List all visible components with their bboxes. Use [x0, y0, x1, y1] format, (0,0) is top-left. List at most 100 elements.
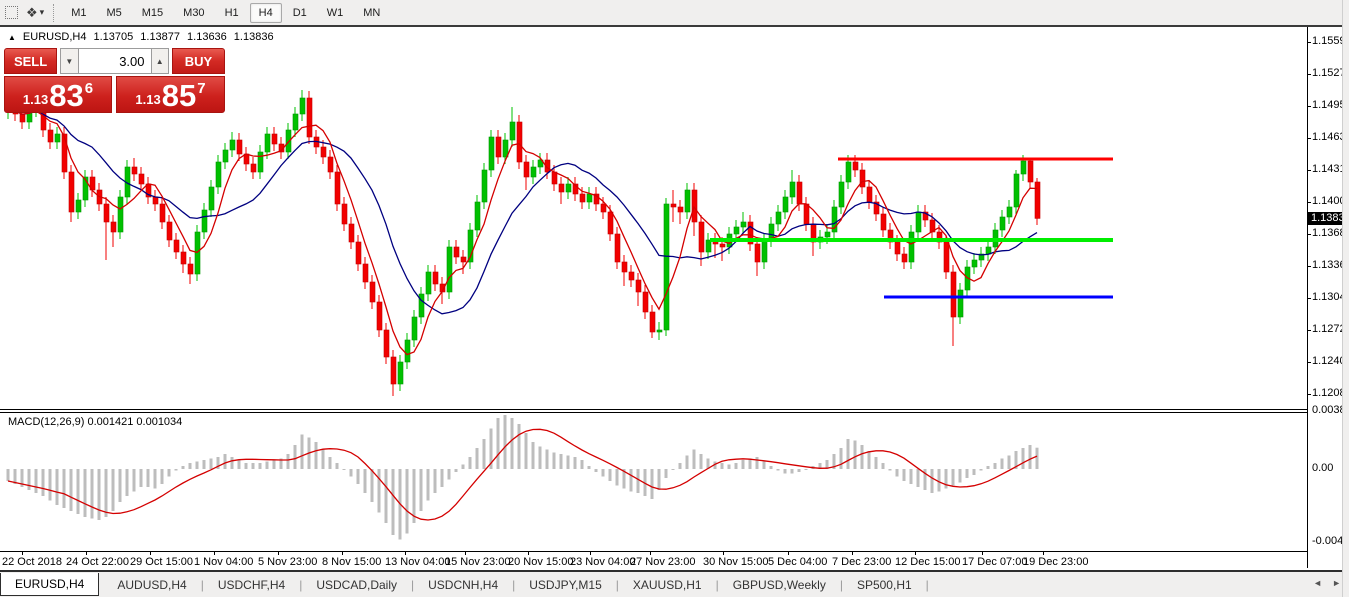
candle: [852, 161, 859, 171]
chart-tab-usdchf[interactable]: USDCHF,H4: [206, 575, 297, 595]
time-axis-label: 8 Nov 15:00: [322, 556, 382, 568]
candle: [166, 221, 173, 241]
ohlc-low: 1.13636: [187, 31, 227, 43]
chart-area[interactable]: ▲ EURUSD,H4 1.13705 1.13877 1.13636 1.13…: [0, 27, 1349, 570]
timeframe-button-H1[interactable]: H1: [216, 3, 248, 23]
ohlc-close: 1.13836: [233, 31, 274, 43]
buy-button[interactable]: BUY: [171, 48, 225, 74]
candle: [516, 121, 523, 163]
chart-tab-xauusd[interactable]: XAUUSD,H1: [621, 575, 714, 595]
macd-bottom-border: [0, 551, 1307, 552]
timeframe-button-H4[interactable]: H4: [249, 2, 282, 23]
chart-tab-eurusd[interactable]: EURUSD,H4: [0, 573, 100, 596]
candle: [663, 203, 670, 331]
time-axis-label: 17 Dec 07:00: [962, 556, 1028, 568]
one-click-trading-panel: SELL ▼ ▲ BUY 1.13 83 6 1.13 85: [4, 48, 225, 113]
chart-tab-usdjpy[interactable]: USDJPY,M15: [517, 575, 613, 595]
candle: [740, 221, 747, 228]
chart-tab-usdcnh[interactable]: USDCNH,H4: [416, 575, 510, 595]
time-tick: [22, 551, 23, 555]
volume-increase-button[interactable]: ▲: [150, 48, 169, 74]
time-axis-label: 23 Nov 04:00: [570, 556, 636, 568]
time-tick: [342, 551, 343, 555]
candle: [222, 149, 229, 163]
time-tick: [788, 551, 789, 555]
candle: [719, 243, 726, 248]
price-tick: [1308, 234, 1311, 235]
tab-scroll-left-icon[interactable]: ◄: [1313, 578, 1322, 588]
timeframe-button-D1[interactable]: D1: [284, 3, 316, 23]
tab-separator: |: [512, 577, 516, 592]
price-tick: [1308, 298, 1311, 299]
time-axis-label: 15 Nov 23:00: [445, 556, 511, 568]
candle: [481, 169, 488, 203]
candle: [180, 251, 187, 265]
candle: [54, 133, 61, 143]
chart-tab-sp500[interactable]: SP500,H1: [845, 575, 924, 595]
time-axis-label: 7 Dec 23:00: [832, 556, 892, 568]
timeframe-button-M30[interactable]: M30: [174, 3, 213, 23]
timeframe-button-W1[interactable]: W1: [318, 3, 353, 23]
candle: [299, 97, 306, 115]
tab-scroll-right-icon[interactable]: ►: [1332, 578, 1341, 588]
macd-indicator-pane[interactable]: [0, 412, 1307, 551]
pane-separator: [0, 409, 1307, 410]
candle: [201, 209, 208, 233]
buy-price-button[interactable]: 1.13 85 7: [116, 76, 225, 113]
timeframe-button-M5[interactable]: M5: [97, 3, 130, 23]
candle: [999, 216, 1006, 231]
candle: [327, 156, 334, 173]
chart-tab-audusd[interactable]: AUDUSD,H4: [105, 575, 198, 595]
candle: [579, 193, 586, 203]
candle: [796, 181, 803, 205]
candle: [789, 181, 796, 198]
candle: [1006, 206, 1013, 218]
time-tick: [465, 551, 466, 555]
selection-rect-icon[interactable]: [0, 3, 22, 23]
symbol-ohlc-line: ▲ EURUSD,H4 1.13705 1.13877 1.13636 1.13…: [8, 31, 274, 43]
sell-price-sup: 6: [84, 80, 94, 97]
timeframe-button-M15[interactable]: M15: [133, 3, 172, 23]
chart-tab-gbpusd[interactable]: GBPUSD,Weekly: [721, 575, 838, 595]
candle: [362, 263, 369, 283]
candle: [1027, 160, 1034, 183]
sell-price-button[interactable]: 1.13 83 6: [4, 76, 112, 113]
candle: [383, 329, 390, 358]
candle: [775, 211, 782, 225]
candle: [474, 201, 481, 231]
time-axis-label: 19 Dec 23:00: [1023, 556, 1089, 568]
timeframe-button-M1[interactable]: M1: [62, 3, 95, 23]
ohlc-open: 1.13705: [93, 31, 134, 43]
chart-tab-usdcad[interactable]: USDCAD,Daily: [304, 575, 409, 595]
candle: [642, 291, 649, 313]
volume-input[interactable]: [78, 48, 151, 74]
candle: [824, 231, 831, 238]
candle: [159, 203, 166, 223]
candle: [698, 221, 705, 253]
mt4-window: ❖ ▾ M1 M5 M15 M30 H1 H4 D1 W1 MN ▲ EURUSD,H4 1.1…: [0, 0, 1349, 597]
timeframe-button-MN[interactable]: MN: [354, 3, 389, 23]
time-axis-label: 29 Oct 15:00: [130, 556, 193, 568]
time-tick: [915, 551, 916, 555]
time-axis-label: 1 Nov 04:00: [194, 556, 254, 568]
sell-price-prefix: 1.13: [22, 92, 49, 107]
buy-price-prefix: 1.13: [135, 92, 161, 107]
window-frame-strip: [1342, 0, 1349, 597]
candle: [761, 239, 768, 263]
candle: [355, 241, 362, 265]
candle: [551, 171, 558, 185]
candle: [971, 259, 978, 268]
candle: [271, 133, 278, 145]
time-axis-label: 12 Dec 15:00: [895, 556, 961, 568]
time-axis: 22 Oct 2018 24 Oct 22:00 29 Oct 15:00 1 Nov…: [0, 551, 1307, 570]
candle: [565, 183, 572, 193]
candle: [376, 301, 383, 331]
time-tick: [1043, 551, 1044, 555]
volume-decrease-button[interactable]: ▼: [60, 48, 79, 74]
time-axis-label: 24 Oct 22:00: [66, 556, 129, 568]
caret-down-icon: ▼: [65, 56, 74, 66]
tile-charts-icon[interactable]: ❖ ▾: [22, 3, 48, 23]
toolbar-separator: [53, 3, 55, 22]
candle: [523, 161, 530, 178]
sell-button[interactable]: SELL: [4, 48, 58, 74]
